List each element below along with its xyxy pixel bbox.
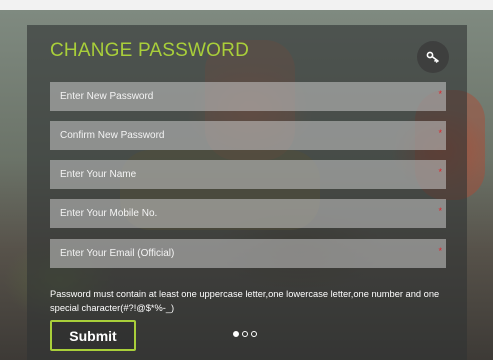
- required-marker: *: [438, 206, 442, 216]
- key-icon: [426, 51, 439, 63]
- key-button[interactable]: [417, 41, 449, 73]
- new-password-field-wrapper: *: [50, 82, 446, 111]
- confirm-password-field-wrapper: *: [50, 121, 446, 150]
- required-marker: *: [438, 128, 442, 138]
- mobile-input[interactable]: [50, 199, 446, 228]
- name-field-wrapper: *: [50, 160, 446, 189]
- carousel-dot[interactable]: [251, 331, 257, 337]
- carousel-dot[interactable]: [242, 331, 248, 337]
- required-marker: *: [438, 89, 442, 99]
- mobile-field-wrapper: *: [50, 199, 446, 228]
- required-marker: *: [438, 167, 442, 177]
- submit-button[interactable]: Submit: [50, 320, 136, 351]
- required-marker: *: [438, 246, 442, 256]
- new-password-input[interactable]: [50, 82, 446, 111]
- carousel-indicator: [233, 331, 257, 337]
- email-field-wrapper: *: [50, 239, 446, 268]
- background-photo: CHANGE PASSWORD * * * * * Passwo: [0, 0, 493, 360]
- name-input[interactable]: [50, 160, 446, 189]
- password-requirements-text: Password must contain at least one upper…: [50, 289, 440, 313]
- change-password-form: CHANGE PASSWORD * * * * * Passwo: [27, 25, 467, 360]
- carousel-dot[interactable]: [233, 331, 239, 337]
- email-input[interactable]: [50, 239, 446, 268]
- form-title: CHANGE PASSWORD: [50, 40, 250, 61]
- confirm-password-input[interactable]: [50, 121, 446, 150]
